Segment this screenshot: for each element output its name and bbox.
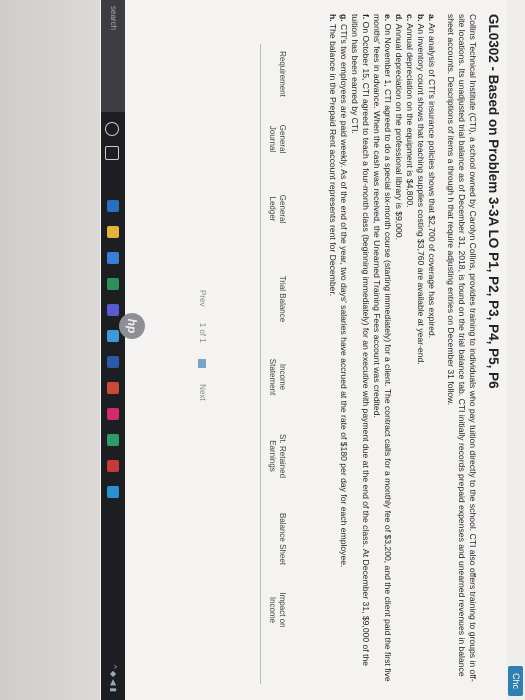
tab-label: Statement [268, 358, 278, 396]
tab-label: St. Retained [278, 433, 287, 479]
tab-requirement[interactable]: Requirement [278, 44, 287, 104]
tab-income-statement[interactable]: Income Statement [268, 350, 288, 404]
item-text: Annual depreciation on the equipment is … [405, 23, 415, 208]
tab-general-ledger[interactable]: General Ledger [268, 184, 288, 234]
tab-label: Income [278, 363, 287, 391]
tab-label: General [278, 124, 287, 154]
item-letter: h. [328, 14, 338, 22]
tab-label: Trial Balance [278, 275, 287, 323]
tab-balance-sheet[interactable]: Balance Sheet [278, 506, 287, 572]
laptop-bezel [0, 0, 100, 700]
list-item: a. An analysis of CTI's insurance polici… [426, 14, 437, 684]
taskbar-search[interactable]: search [101, 0, 125, 112]
tab-label: Ledger [268, 196, 278, 222]
page-title: GL0302 - Based on Problem 3-3A LO P1, P2… [486, 14, 501, 389]
pagination: Prev 1 of 1 Next [198, 290, 207, 415]
file-explorer-icon[interactable] [107, 226, 119, 238]
app-icon[interactable] [107, 460, 119, 472]
dropbox-icon[interactable] [107, 330, 119, 342]
grid-icon[interactable] [198, 358, 207, 368]
list-item: d. Annual depreciation on the profession… [393, 14, 404, 684]
tab-label: Balance Sheet [278, 512, 287, 566]
top-bar: Chc [507, 0, 525, 700]
problem-content: GL0302 - Based on Problem 3-3A LO P1, P2… [327, 14, 501, 684]
app-icon[interactable] [107, 486, 119, 498]
hp-logo: hp [119, 313, 145, 339]
page-indicator: 1 of 1 [198, 322, 207, 343]
app-icon[interactable] [107, 434, 119, 446]
tab-retained-earnings[interactable]: St. Retained Earnings [268, 424, 288, 488]
item-text: An inventory count shows that teaching s… [416, 23, 426, 365]
cortana-icon[interactable] [105, 122, 119, 136]
task-view-icon[interactable] [105, 146, 119, 160]
prev-button[interactable]: Prev [198, 290, 207, 306]
item-text: On November 1, CTI agreed to do a specia… [372, 14, 393, 682]
chat-button[interactable]: Chc [508, 666, 523, 696]
item-letter: d. [394, 14, 404, 22]
item-text: Annual depreciation on the professional … [394, 23, 404, 240]
tab-divider [260, 44, 261, 684]
list-item: f. On October 15, CTI agreed to teach a … [349, 14, 371, 684]
item-text: The balance in the Prepaid Rent account … [328, 23, 338, 297]
item-text: An analysis of CTI's insurance policies … [427, 23, 437, 339]
item-letter: e. [383, 14, 393, 22]
problem-intro: Collins Technical Institute (CTI), a sch… [446, 14, 478, 682]
store-icon[interactable] [107, 252, 119, 264]
tab-trial-balance[interactable]: Trial Balance [278, 266, 287, 332]
app-icon[interactable] [107, 356, 119, 368]
tab-label: Earnings [268, 440, 278, 472]
item-text: CTI's two employees are paid weekly. As … [339, 24, 349, 568]
item-letter: f. [361, 14, 371, 20]
list-item: e. On November 1, CTI agreed to do a spe… [371, 14, 393, 684]
app-icon[interactable] [107, 382, 119, 394]
system-tray-icon[interactable]: ^ ◆ ◀ ▮ [109, 665, 118, 692]
next-button[interactable]: Next [198, 384, 207, 400]
tab-label: Requirement [278, 51, 287, 97]
tab-label: General [278, 194, 287, 224]
item-letter: c. [405, 14, 415, 22]
adjustment-list: a. An analysis of CTI's insurance polici… [327, 14, 437, 684]
item-letter: g. [339, 14, 349, 22]
list-item: b. An inventory count shows that teachin… [415, 14, 426, 684]
item-letter: b. [416, 14, 426, 22]
item-letter: a. [427, 14, 437, 22]
item-text: On October 15, CTI agreed to teach a fou… [350, 14, 371, 667]
tab-label: Impact on [278, 592, 287, 628]
tab-impact-on-income[interactable]: Impact on Income [268, 584, 288, 636]
app-icon[interactable] [107, 304, 119, 316]
list-item: c. Annual depreciation on the equipment … [404, 14, 415, 684]
taskbar: search ^ ◆ ◀ ▮ [101, 0, 125, 700]
screen: Chc GL0302 - Based on Problem 3-3A LO P1… [100, 0, 525, 700]
tab-label: Income [268, 596, 278, 624]
tab-general-journal[interactable]: General Journal [268, 114, 288, 164]
list-item: h. The balance in the Prepaid Rent accou… [327, 14, 338, 684]
worksheet-tabs: Requirement General Journal General Ledger… [251, 44, 288, 694]
list-item: g. CTI's two employees are paid weekly. … [338, 14, 349, 684]
tab-label: Journal [268, 125, 278, 153]
rotated-photo: Chc GL0302 - Based on Problem 3-3A LO P1… [0, 0, 525, 700]
edge-icon[interactable] [107, 200, 119, 212]
app-icon[interactable] [107, 278, 119, 290]
app-icon[interactable] [107, 408, 119, 420]
